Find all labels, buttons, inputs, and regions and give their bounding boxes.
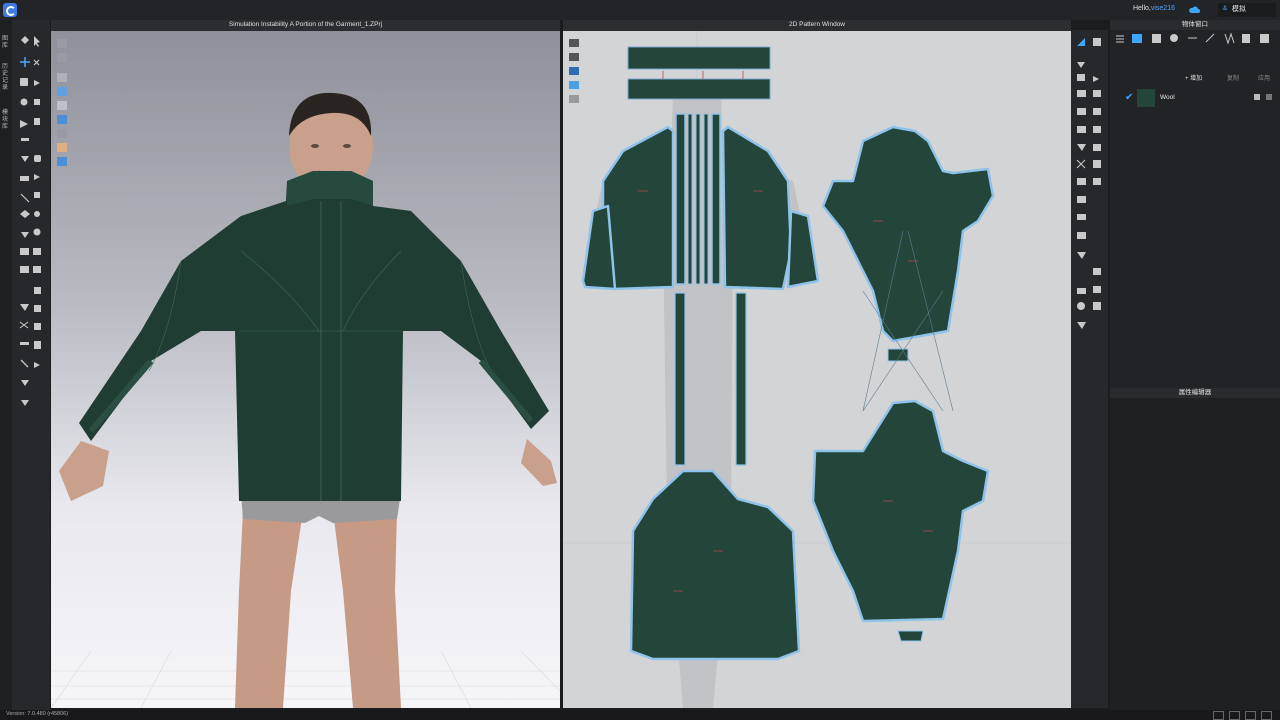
2d-pattern-window: 2D Pattern Window — [563, 20, 1071, 708]
greeting-prefix: Hello, — [1132, 5, 1151, 12]
fabric-swatch[interactable] — [1137, 89, 1155, 107]
3d-window-title: Simulation Instability A Portion of the … — [51, 20, 560, 30]
check-icon[interactable]: ✔ — [1125, 92, 1133, 103]
tab-history[interactable]: 历史记录 — [2, 64, 11, 92]
3d-tool-icons[interactable] — [12, 20, 50, 440]
fabric-list-item[interactable]: ✔ Wool — [1122, 88, 1274, 108]
tab-modules[interactable]: 模块库 — [2, 110, 11, 131]
3d-garment-window: Simulation Instability A Portion of the … — [51, 20, 560, 708]
apply-fabric-button[interactable]: 应用 — [1258, 73, 1270, 82]
property-editor-title: 属性编辑器 — [1110, 388, 1280, 398]
2d-toolbar — [1071, 30, 1108, 708]
layout-split-icon[interactable] — [1229, 711, 1240, 720]
layout-single-icon[interactable] — [1213, 711, 1224, 720]
2d-window-title: 2D Pattern Window — [563, 20, 1071, 30]
version-label: Version: 7.0.480 (r45806) — [6, 711, 69, 717]
layout-2d-icon[interactable] — [1245, 711, 1256, 720]
2d-view-icons — [569, 39, 579, 103]
duplicate-icon[interactable] — [1254, 94, 1260, 100]
3d-viewport[interactable] — [51, 31, 560, 708]
layout-3d-icon[interactable] — [1261, 711, 1272, 720]
2d-tool-icons[interactable] — [1071, 30, 1108, 360]
jacket — [79, 171, 549, 501]
delete-icon[interactable] — [1266, 94, 1272, 100]
select-icon — [21, 36, 29, 44]
fabric-name: Wool — [1160, 94, 1175, 101]
right-panel: 物体窗口 + 增加 复制 应用 ✔ Wool 属性编辑器 — [1110, 20, 1280, 710]
view-control-icons — [57, 39, 67, 166]
pattern-pieces — [563, 31, 1071, 708]
floor-grid — [51, 650, 560, 708]
object-window-title: 物体窗口 — [1110, 20, 1280, 30]
tab-library[interactable]: 图库 — [2, 36, 11, 50]
mode-dropdown[interactable]: ≚ 模拟 — [1218, 3, 1276, 17]
greeting: Hello,vise216 — [1133, 5, 1175, 12]
top-bar: Hello,vise216 ≚ 模拟 — [0, 0, 1280, 20]
app-logo-icon[interactable] — [3, 3, 17, 17]
status-bar: Version: 7.0.480 (r45806) — [0, 710, 1280, 720]
copy-fabric-button[interactable]: 复制 — [1227, 73, 1239, 82]
mode-label: 模拟 — [1231, 6, 1246, 13]
cloud-icon[interactable] — [1188, 5, 1200, 14]
3d-toolbar — [12, 20, 50, 710]
username[interactable]: vise216 — [1151, 5, 1175, 12]
side-tabs: 图库 历史记录 模块库 — [0, 20, 12, 710]
chevron-down-icon: ≚ — [1222, 6, 1228, 13]
move-icon — [34, 36, 40, 47]
pattern-piece-group — [581, 46, 995, 661]
property-editor-panel — [1110, 398, 1280, 710]
add-fabric-button[interactable]: + 增加 — [1185, 73, 1202, 82]
avatar-scene — [51, 39, 560, 708]
2d-viewport[interactable] — [563, 31, 1071, 708]
